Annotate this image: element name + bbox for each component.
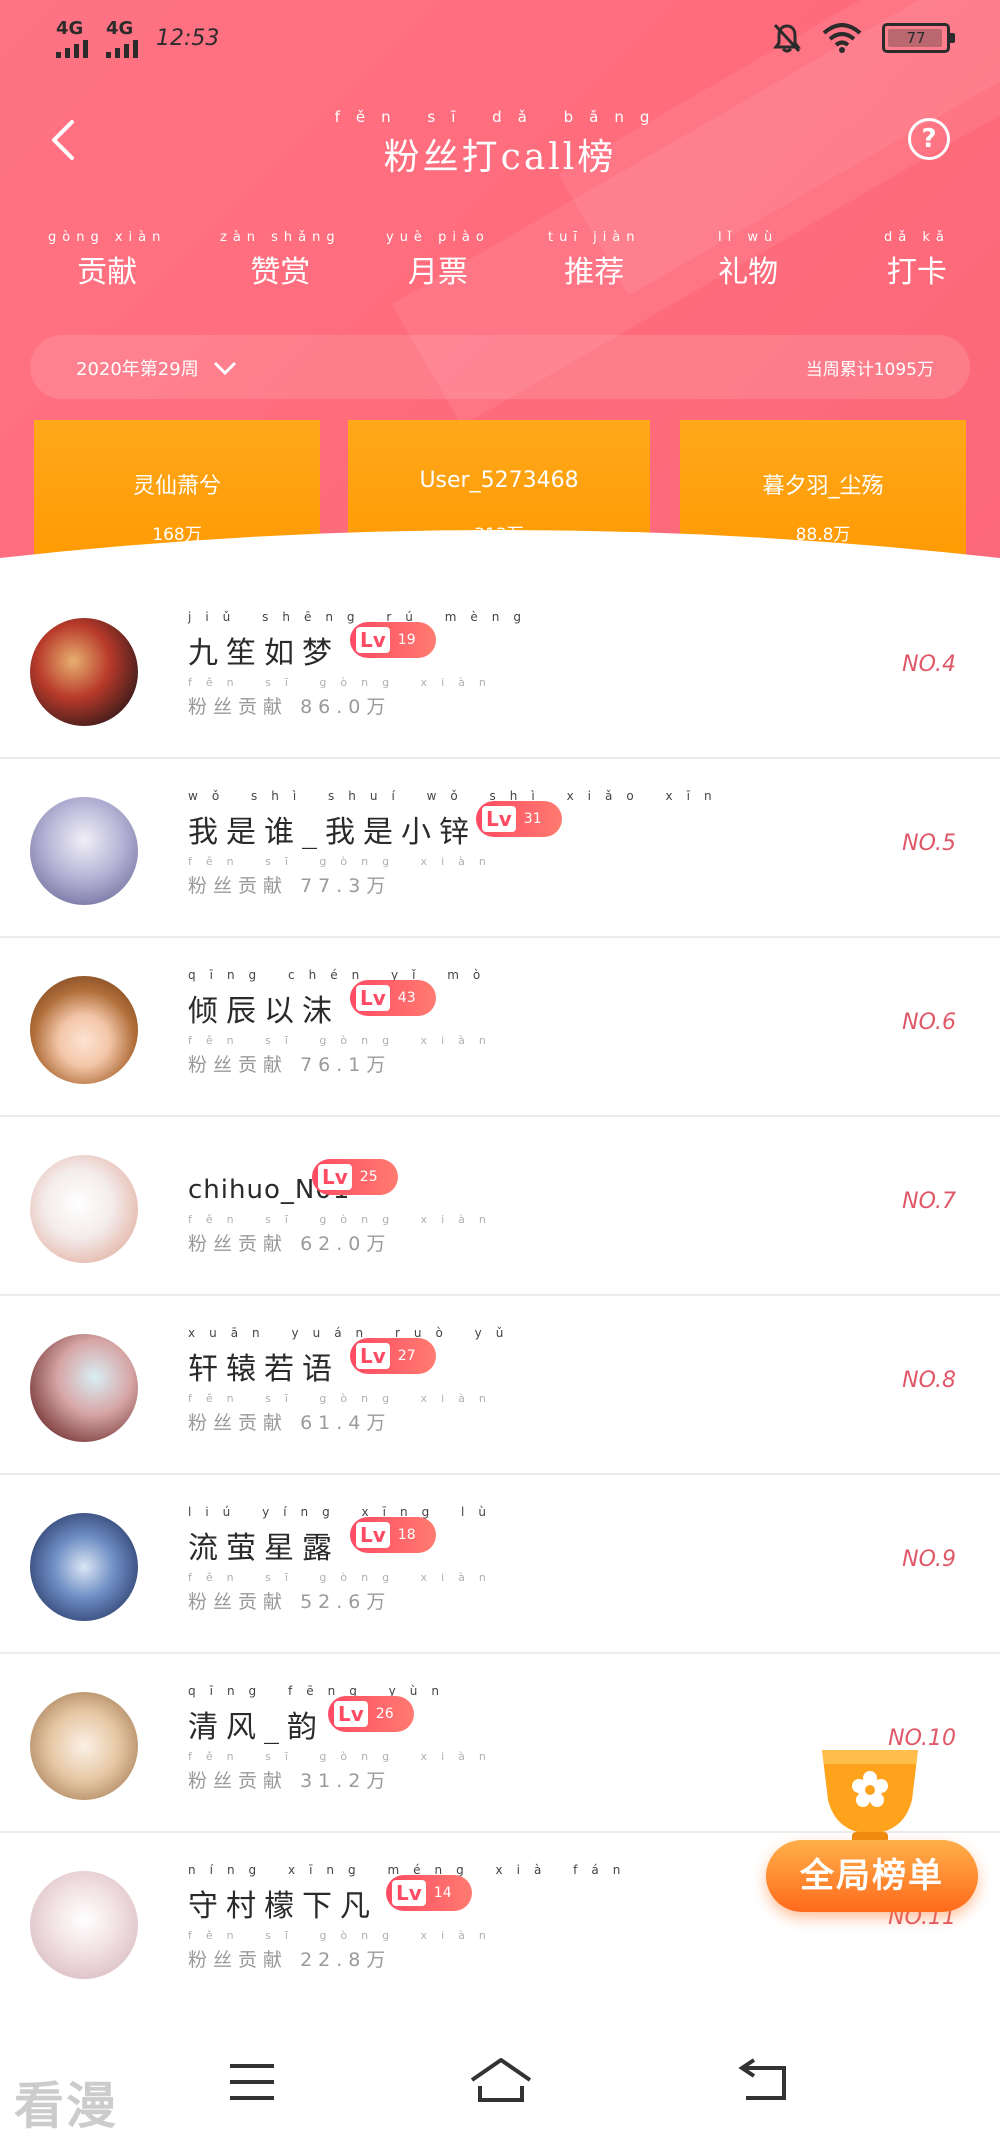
rank-number: NO.7	[902, 1189, 956, 1214]
avatar[interactable]	[30, 1334, 138, 1442]
tab-recommend[interactable]: tuī jiàn 推荐	[548, 230, 641, 291]
podium-name: 暮夕羽_尘殇	[762, 474, 884, 499]
watermark: 看漫	[14, 2077, 118, 2135]
back-nav-icon[interactable]	[734, 2052, 794, 2112]
level-badge: Lv 27	[350, 1338, 436, 1374]
avatar[interactable]	[30, 1871, 138, 1979]
avatar[interactable]	[30, 797, 138, 905]
level-badge: Lv 43	[350, 980, 436, 1016]
chevron-down-icon	[213, 361, 236, 376]
avatar[interactable]	[30, 976, 138, 1084]
menu-icon[interactable]	[222, 2052, 282, 2112]
trophy-icon	[822, 1750, 918, 1848]
fan-name: wǒ shì shuí wǒ shì xiǎo xīn 我是谁_我是小锌	[188, 789, 726, 850]
list-item[interactable]: liú yíng xīng lù 流萤星露 Lv 18 fěn sī gòng xi…	[0, 1475, 1000, 1654]
level-badge: Lv 14	[386, 1875, 472, 1911]
fan-name: qīng fēng yùn 清风_韵	[188, 1684, 453, 1745]
fan-contribution: fěn sī gòng xiàn 粉丝贡献 76.1万	[188, 1034, 500, 1076]
header-banner: 4G 4G 12:53 77 fěn sī dǎ bǎng 粉丝打call榜 ?…	[0, 0, 1000, 600]
network-label: 4G	[56, 18, 84, 39]
level-badge: Lv 26	[328, 1696, 414, 1732]
fan-contribution: fěn sī gòng xiàn 粉丝贡献 62.0万	[188, 1213, 500, 1255]
fan-name: liú yíng xīng lù 流萤星露	[188, 1505, 500, 1566]
avatar[interactable]	[30, 1513, 138, 1621]
system-nav-bar: 看漫	[0, 2012, 1000, 2144]
clock: 12:53	[156, 26, 220, 51]
signal-icon	[56, 40, 88, 58]
tab-monthly-ticket[interactable]: yuè piào 月票	[386, 230, 490, 291]
fan-contribution: fěn sī gòng xiàn 粉丝贡献 22.8万	[188, 1929, 500, 1971]
tab-gift[interactable]: lǐ wù 礼物	[718, 230, 778, 291]
network-label: 4G	[106, 18, 134, 39]
fan-contribution: fěn sī gòng xiàn 粉丝贡献 86.0万	[188, 676, 500, 718]
global-ranking-button[interactable]: 全局榜单	[760, 1740, 980, 1930]
fan-contribution: fěn sī gòng xiàn 粉丝贡献 61.4万	[188, 1392, 500, 1434]
level-badge: Lv 31	[476, 801, 562, 837]
level-badge: Lv 19	[350, 622, 436, 658]
avatar[interactable]	[30, 1155, 138, 1263]
avatar[interactable]	[30, 618, 138, 726]
fan-contribution: fěn sī gòng xiàn 粉丝贡献 52.6万	[188, 1571, 500, 1613]
list-item[interactable]: chihuo_N01 Lv 25 fěn sī gòng xiàn 粉丝贡献 62.…	[0, 1117, 1000, 1296]
home-icon[interactable]	[466, 2052, 536, 2112]
rank-number: NO.4	[902, 652, 956, 677]
week-selector[interactable]: 2020年第29周 当周累计1095万	[30, 335, 970, 399]
fan-name: xuān yuán ruò yǔ 轩辕若语	[188, 1326, 518, 1387]
rank-number: NO.9	[902, 1547, 956, 1572]
global-ranking-label: 全局榜单	[766, 1840, 978, 1912]
fan-contribution: fěn sī gòng xiàn 粉丝贡献 77.3万	[188, 855, 500, 897]
wifi-icon	[822, 23, 862, 53]
help-icon[interactable]: ?	[908, 118, 950, 160]
battery-icon: 77	[882, 23, 955, 53]
level-badge: Lv 18	[350, 1517, 436, 1553]
list-item[interactable]: xuān yuán ruò yǔ 轩辕若语 Lv 27 fěn sī gòng xi…	[0, 1296, 1000, 1475]
status-bar: 4G 4G 12:53 77	[0, 0, 1000, 80]
list-item[interactable]: qīng chén yǐ mò 倾辰以沫 Lv 43 fěn sī gòng xià…	[0, 938, 1000, 1117]
fan-name: qīng chén yǐ mò 倾辰以沫	[188, 968, 495, 1029]
avatar[interactable]	[30, 1692, 138, 1800]
fan-name: níng xīng méng xià fán 守村檬下凡	[188, 1863, 635, 1924]
level-badge: Lv 25	[312, 1159, 398, 1195]
fan-name: jiǔ shēng rú mèng 九笙如梦	[188, 610, 536, 671]
rank-number: NO.5	[902, 831, 956, 856]
tab-contribution[interactable]: gòng xiàn 贡献	[48, 230, 166, 291]
week-label: 2020年第29周	[76, 359, 199, 380]
tab-checkin[interactable]: dǎ kǎ 打卡	[884, 230, 950, 291]
page-title: fěn sī dǎ bǎng 粉丝打call榜	[334, 108, 666, 178]
fan-contribution: fěn sī gòng xiàn 粉丝贡献 31.2万	[188, 1750, 500, 1792]
week-total: 当周累计1095万	[805, 360, 934, 380]
list-item[interactable]: jiǔ shēng rú mèng 九笙如梦 Lv 19 fěn sī gòng x…	[0, 580, 1000, 759]
tab-appreciation[interactable]: zàn shǎng 赞赏	[220, 230, 341, 291]
list-item[interactable]: wǒ shì shuí wǒ shì xiǎo xīn 我是谁_我是小锌 Lv 31…	[0, 759, 1000, 938]
podium-name: 灵仙萧兮	[132, 474, 221, 499]
podium-name: User_5273468	[419, 468, 579, 493]
tab-bar: gòng xiàn 贡献 zàn shǎng 赞赏 yuè piào 月票 tuī j…	[0, 230, 1000, 290]
mute-bell-icon	[773, 23, 801, 53]
rank-number: NO.6	[902, 1010, 956, 1035]
rank-number: NO.8	[902, 1368, 956, 1393]
signal-icon	[106, 40, 138, 58]
